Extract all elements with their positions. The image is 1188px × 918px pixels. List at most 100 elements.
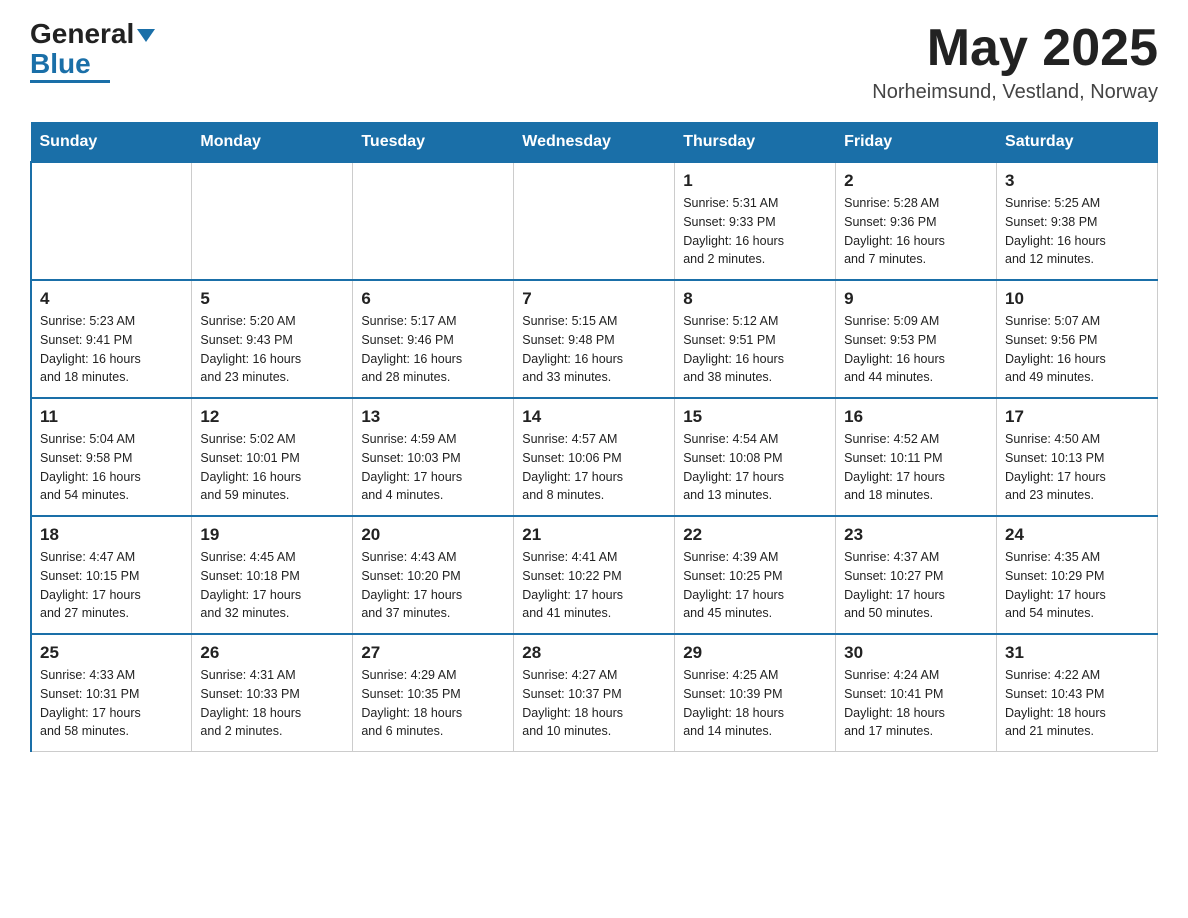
- day-cell-3: 3 Sunrise: 5:25 AM Sunset: 9:38 PM Daylig…: [997, 162, 1158, 280]
- day-cell-21: 21Sunrise: 4:41 AM Sunset: 10:22 PM Dayl…: [514, 516, 675, 634]
- week-row-2: 4Sunrise: 5:23 AM Sunset: 9:41 PM Daylig…: [31, 280, 1158, 398]
- column-header-friday: Friday: [836, 123, 997, 163]
- day-cell-17: 17Sunrise: 4:50 AM Sunset: 10:13 PM Dayl…: [997, 398, 1158, 516]
- day-number: 25: [40, 643, 183, 663]
- day-cell-4: 4Sunrise: 5:23 AM Sunset: 9:41 PM Daylig…: [31, 280, 192, 398]
- title-area: May 2025 Norheimsund, Vestland, Norway: [872, 20, 1158, 104]
- day-number: 5: [200, 289, 344, 309]
- day-info: Sunrise: 5:20 AM Sunset: 9:43 PM Dayligh…: [200, 312, 344, 387]
- day-cell-25: 25 Sunrise: 4:33 AM Sunset: 10:31 PM Dayl…: [31, 634, 192, 752]
- day-number: 18: [40, 525, 183, 545]
- day-number: 9: [844, 289, 988, 309]
- day-number: 10: [1005, 289, 1149, 309]
- day-info: Sunrise: 4:52 AM Sunset: 10:11 PM Daylig…: [844, 430, 988, 505]
- day-cell-1: 1 Sunrise: 5:31 AM Sunset: 9:33 PM Daylig…: [675, 162, 836, 280]
- week-row-3: 11 Sunrise: 5:04 AM Sunset: 9:58 PM Dayli…: [31, 398, 1158, 516]
- day-info: Sunrise: 5:07 AM Sunset: 9:56 PM Dayligh…: [1005, 312, 1149, 387]
- day-cell-9: 9 Sunrise: 5:09 AM Sunset: 9:53 PM Daylig…: [836, 280, 997, 398]
- day-info: Sunrise: 4:43 AM Sunset: 10:20 PM Daylig…: [361, 548, 505, 623]
- day-info: Sunrise: 4:31 AM Sunset: 10:33 PM Daylig…: [200, 666, 344, 741]
- day-info: Sunrise: 4:29 AM Sunset: 10:35 PM Daylig…: [361, 666, 505, 741]
- day-number: 1: [683, 171, 827, 191]
- logo-blue-text: Blue: [30, 50, 91, 78]
- empty-cell: [31, 162, 192, 280]
- column-header-wednesday: Wednesday: [514, 123, 675, 163]
- day-number: 29: [683, 643, 827, 663]
- day-number: 17: [1005, 407, 1149, 427]
- day-number: 14: [522, 407, 666, 427]
- day-number: 7: [522, 289, 666, 309]
- day-cell-6: 6Sunrise: 5:17 AM Sunset: 9:46 PM Daylig…: [353, 280, 514, 398]
- empty-cell: [514, 162, 675, 280]
- day-number: 23: [844, 525, 988, 545]
- logo: General Blue: [30, 20, 155, 83]
- week-row-5: 25 Sunrise: 4:33 AM Sunset: 10:31 PM Dayl…: [31, 634, 1158, 752]
- location-title: Norheimsund, Vestland, Norway: [872, 81, 1158, 104]
- day-cell-29: 29 Sunrise: 4:25 AM Sunset: 10:39 PM Dayl…: [675, 634, 836, 752]
- day-number: 8: [683, 289, 827, 309]
- logo-underline: [30, 80, 110, 83]
- day-cell-2: 2Sunrise: 5:28 AM Sunset: 9:36 PM Daylig…: [836, 162, 997, 280]
- day-cell-18: 18 Sunrise: 4:47 AM Sunset: 10:15 PM Dayl…: [31, 516, 192, 634]
- day-cell-22: 22 Sunrise: 4:39 AM Sunset: 10:25 PM Dayl…: [675, 516, 836, 634]
- day-info: Sunrise: 5:04 AM Sunset: 9:58 PM Dayligh…: [40, 430, 183, 505]
- day-info: Sunrise: 5:17 AM Sunset: 9:46 PM Dayligh…: [361, 312, 505, 387]
- day-cell-7: 7 Sunrise: 5:15 AM Sunset: 9:48 PM Daylig…: [514, 280, 675, 398]
- day-cell-10: 10 Sunrise: 5:07 AM Sunset: 9:56 PM Dayli…: [997, 280, 1158, 398]
- day-cell-28: 28 Sunrise: 4:27 AM Sunset: 10:37 PM Dayl…: [514, 634, 675, 752]
- column-header-thursday: Thursday: [675, 123, 836, 163]
- day-info: Sunrise: 4:25 AM Sunset: 10:39 PM Daylig…: [683, 666, 827, 741]
- day-number: 22: [683, 525, 827, 545]
- day-number: 27: [361, 643, 505, 663]
- day-number: 28: [522, 643, 666, 663]
- day-number: 2: [844, 171, 988, 191]
- day-number: 15: [683, 407, 827, 427]
- day-info: Sunrise: 5:23 AM Sunset: 9:41 PM Dayligh…: [40, 312, 183, 387]
- day-info: Sunrise: 4:22 AM Sunset: 10:43 PM Daylig…: [1005, 666, 1149, 741]
- day-info: Sunrise: 4:37 AM Sunset: 10:27 PM Daylig…: [844, 548, 988, 623]
- day-info: Sunrise: 5:25 AM Sunset: 9:38 PM Dayligh…: [1005, 194, 1149, 269]
- day-info: Sunrise: 4:33 AM Sunset: 10:31 PM Daylig…: [40, 666, 183, 741]
- day-info: Sunrise: 4:57 AM Sunset: 10:06 PM Daylig…: [522, 430, 666, 505]
- day-info: Sunrise: 4:59 AM Sunset: 10:03 PM Daylig…: [361, 430, 505, 505]
- day-info: Sunrise: 4:54 AM Sunset: 10:08 PM Daylig…: [683, 430, 827, 505]
- day-number: 13: [361, 407, 505, 427]
- day-cell-19: 19Sunrise: 4:45 AM Sunset: 10:18 PM Dayl…: [192, 516, 353, 634]
- day-info: Sunrise: 5:12 AM Sunset: 9:51 PM Dayligh…: [683, 312, 827, 387]
- empty-cell: [353, 162, 514, 280]
- day-cell-16: 16 Sunrise: 4:52 AM Sunset: 10:11 PM Dayl…: [836, 398, 997, 516]
- day-cell-15: 15 Sunrise: 4:54 AM Sunset: 10:08 PM Dayl…: [675, 398, 836, 516]
- day-cell-13: 13 Sunrise: 4:59 AM Sunset: 10:03 PM Dayl…: [353, 398, 514, 516]
- day-number: 30: [844, 643, 988, 663]
- day-info: Sunrise: 5:15 AM Sunset: 9:48 PM Dayligh…: [522, 312, 666, 387]
- day-info: Sunrise: 5:02 AM Sunset: 10:01 PM Daylig…: [200, 430, 344, 505]
- day-info: Sunrise: 4:24 AM Sunset: 10:41 PM Daylig…: [844, 666, 988, 741]
- day-cell-14: 14 Sunrise: 4:57 AM Sunset: 10:06 PM Dayl…: [514, 398, 675, 516]
- column-header-saturday: Saturday: [997, 123, 1158, 163]
- day-number: 11: [40, 407, 183, 427]
- day-number: 12: [200, 407, 344, 427]
- day-number: 31: [1005, 643, 1149, 663]
- day-info: Sunrise: 4:39 AM Sunset: 10:25 PM Daylig…: [683, 548, 827, 623]
- day-cell-27: 27 Sunrise: 4:29 AM Sunset: 10:35 PM Dayl…: [353, 634, 514, 752]
- day-cell-23: 23 Sunrise: 4:37 AM Sunset: 10:27 PM Dayl…: [836, 516, 997, 634]
- logo-text: General: [30, 20, 155, 48]
- day-number: 3: [1005, 171, 1149, 191]
- day-cell-11: 11 Sunrise: 5:04 AM Sunset: 9:58 PM Dayli…: [31, 398, 192, 516]
- month-title: May 2025: [872, 20, 1158, 77]
- day-info: Sunrise: 4:27 AM Sunset: 10:37 PM Daylig…: [522, 666, 666, 741]
- day-number: 24: [1005, 525, 1149, 545]
- day-number: 19: [200, 525, 344, 545]
- day-number: 21: [522, 525, 666, 545]
- page-header: General Blue May 2025 Norheimsund, Vestl…: [30, 20, 1158, 104]
- day-cell-20: 20Sunrise: 4:43 AM Sunset: 10:20 PM Dayl…: [353, 516, 514, 634]
- day-info: Sunrise: 5:09 AM Sunset: 9:53 PM Dayligh…: [844, 312, 988, 387]
- day-number: 16: [844, 407, 988, 427]
- day-info: Sunrise: 5:31 AM Sunset: 9:33 PM Dayligh…: [683, 194, 827, 269]
- day-cell-12: 12 Sunrise: 5:02 AM Sunset: 10:01 PM Dayl…: [192, 398, 353, 516]
- day-cell-31: 31 Sunrise: 4:22 AM Sunset: 10:43 PM Dayl…: [997, 634, 1158, 752]
- day-cell-5: 5 Sunrise: 5:20 AM Sunset: 9:43 PM Daylig…: [192, 280, 353, 398]
- day-info: Sunrise: 4:47 AM Sunset: 10:15 PM Daylig…: [40, 548, 183, 623]
- week-row-4: 18 Sunrise: 4:47 AM Sunset: 10:15 PM Dayl…: [31, 516, 1158, 634]
- day-number: 26: [200, 643, 344, 663]
